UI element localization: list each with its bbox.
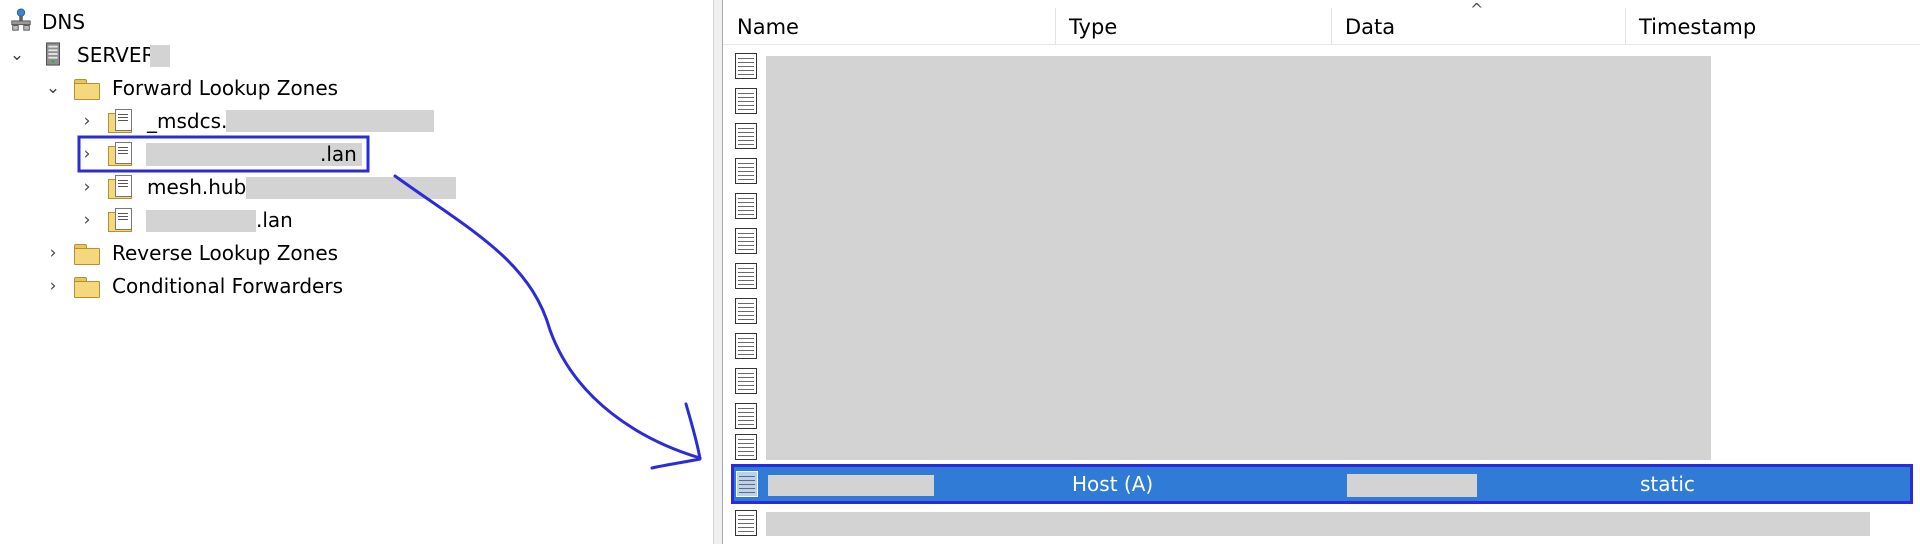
tree-node-zone-lan[interactable]: › .lan <box>0 205 300 235</box>
dns-record-icon[interactable] <box>733 122 761 150</box>
zone-icon <box>108 208 134 232</box>
tree-node-forward-lookup-zones[interactable]: ⌄ Forward Lookup Zones <box>0 73 360 103</box>
console-tree: DNS ⌄ SERVER ⌄ Forward Lookup Zones › _m… <box>0 0 713 544</box>
record-list: Name Type Data Timestamp ^ Host (A) stat… <box>723 0 1920 544</box>
folder-icon <box>74 244 100 265</box>
tree-label-forward-lookup-zones: Forward Lookup Zones <box>112 76 339 100</box>
chevron-down-icon[interactable]: ⌄ <box>42 73 64 103</box>
zone-icon <box>108 109 134 133</box>
tree-label-dns: DNS <box>42 10 86 34</box>
chevron-right-icon[interactable]: › <box>76 205 98 235</box>
server-icon <box>46 42 60 66</box>
folder-icon <box>74 277 100 298</box>
pane-splitter[interactable] <box>713 0 723 544</box>
chevron-right-icon[interactable]: › <box>42 238 64 268</box>
folder-icon <box>74 79 100 100</box>
chevron-right-icon[interactable]: › <box>42 271 64 301</box>
chevron-right-icon[interactable]: › <box>76 139 98 169</box>
table-row-selected[interactable]: Host (A) static <box>731 464 1913 504</box>
record-timestamp: static <box>1640 472 1695 496</box>
tree-label-zone: _msdcs. <box>147 109 228 133</box>
redacted-record-data <box>1347 474 1477 497</box>
zone-icon <box>108 142 134 166</box>
redacted-records <box>766 56 1711 460</box>
tree-label-zone: .lan <box>256 208 293 232</box>
chevron-right-icon[interactable]: › <box>76 172 98 202</box>
dns-record-icon[interactable] <box>733 262 761 290</box>
tree-label-zone: .lan <box>320 142 357 166</box>
list-header: Name Type Data Timestamp ^ <box>723 0 1920 45</box>
redacted-zone-name <box>226 110 434 132</box>
redacted-server-name <box>150 45 170 67</box>
tree-node-zone-lan-selected[interactable]: › .lan <box>0 139 370 169</box>
dns-record-icon[interactable] <box>733 87 761 115</box>
redacted-zone-name <box>146 210 256 232</box>
dns-record-icon[interactable] <box>733 227 761 255</box>
column-header-name[interactable]: Name <box>723 0 1055 44</box>
tree-node-server[interactable]: ⌄ SERVER <box>0 40 200 70</box>
dns-record-icon[interactable] <box>733 509 761 537</box>
tree-node-dns[interactable]: DNS <box>0 7 120 37</box>
column-header-type[interactable]: Type <box>1055 0 1331 44</box>
dns-record-icon[interactable] <box>733 332 761 360</box>
tree-node-reverse-lookup-zones[interactable]: › Reverse Lookup Zones <box>0 238 360 268</box>
tree-node-zone-mesh-hub[interactable]: › mesh.hub <box>0 172 460 202</box>
tree-node-zone-msdcs[interactable]: › _msdcs. <box>0 106 440 136</box>
column-header-timestamp[interactable]: Timestamp <box>1625 0 1920 44</box>
chevron-down-icon[interactable]: ⌄ <box>6 40 28 70</box>
dns-record-icon[interactable] <box>733 297 761 325</box>
dns-record-icon[interactable] <box>733 367 761 395</box>
dns-record-icon[interactable] <box>733 192 761 220</box>
sort-ascending-icon: ^ <box>1470 0 1484 19</box>
dns-record-icon[interactable] <box>733 157 761 185</box>
tree-label-conditional-forwarders: Conditional Forwarders <box>112 274 343 298</box>
tree-label-reverse-lookup-zones: Reverse Lookup Zones <box>112 241 339 265</box>
record-type: Host (A) <box>1072 472 1154 496</box>
zone-icon <box>108 175 134 199</box>
tree-label-zone: mesh.hub <box>147 175 247 199</box>
redacted-records <box>766 512 1870 536</box>
dns-record-icon[interactable] <box>733 402 761 430</box>
tree-label-server: SERVER <box>77 43 156 67</box>
tree-node-conditional-forwarders[interactable]: › Conditional Forwarders <box>0 271 360 301</box>
chevron-right-icon[interactable]: › <box>76 106 98 136</box>
redacted-zone-name <box>246 177 456 199</box>
redacted-record-name <box>768 475 934 496</box>
dns-record-icon[interactable] <box>733 433 761 461</box>
dns-record-icon <box>734 470 762 498</box>
dns-record-icon[interactable] <box>733 52 761 80</box>
dns-manager-icon <box>11 8 31 31</box>
